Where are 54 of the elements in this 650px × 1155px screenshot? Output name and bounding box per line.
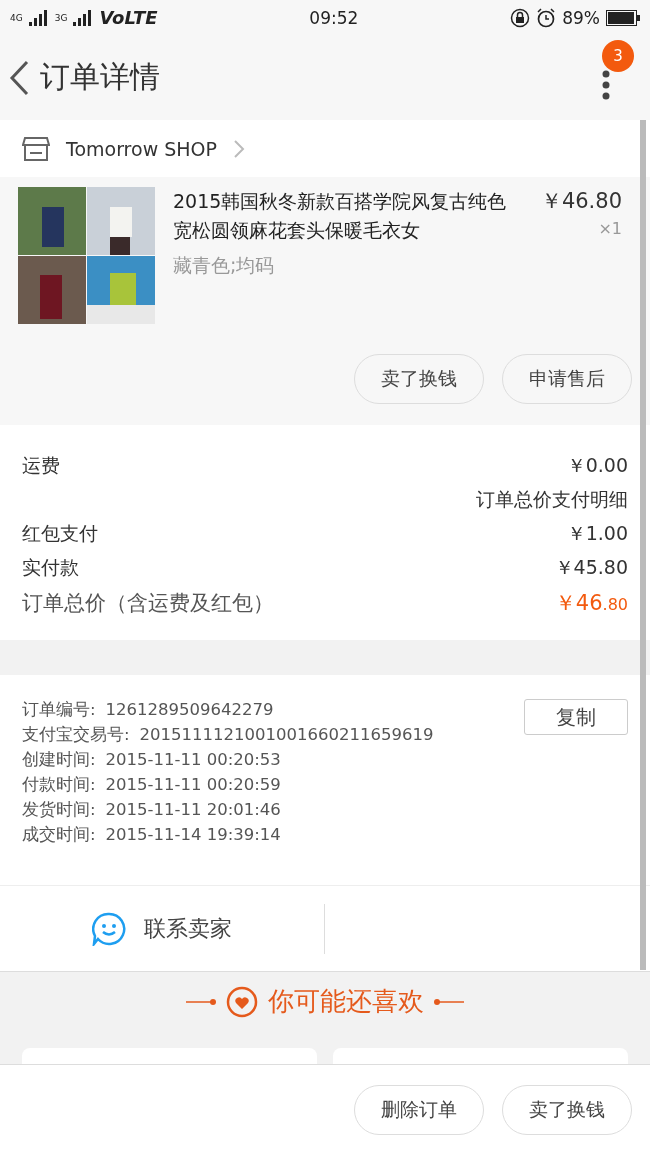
battery-icon [606,9,640,26]
info-label: 支付宝交易号: [22,724,130,746]
network-label: 3G [54,12,68,23]
shop-name[interactable]: Tomorrow SHOP [66,137,217,160]
scrollbar[interactable] [640,120,646,970]
action-button[interactable]: 删除订单 [354,1085,484,1135]
info-label: 成交时间: [22,824,96,846]
chat-face-icon [92,911,126,946]
info-value: 2015-11-14 19:39:14 [105,824,281,846]
product-card[interactable] [333,1048,628,1064]
info-label: 订单编号: [22,699,96,721]
recommend-title: 你可能还喜欢 [268,985,424,1018]
rotation-lock-icon [510,7,531,28]
fee-label: 运费 [22,453,60,478]
notification-badge: 3 [602,40,634,72]
info-value: 2015111121001001660211659619 [139,724,434,746]
payment-details-link[interactable]: 订单总价支付明细 [476,487,628,513]
battery-percent: 89% [562,7,600,28]
fee-label: 红包支付 [22,521,98,546]
clock: 09:52 [308,7,360,28]
product-quantity: ×1 [598,219,622,238]
more-icon[interactable] [602,69,610,100]
info-value: 2015-11-11 20:01:46 [105,799,281,821]
product-title[interactable]: 2015韩国秋冬新款百搭学院风复古纯色宽松圆领麻花套头保暖毛衣女 [173,187,523,245]
network-label: 4G [10,12,23,23]
fee-value: ￥1.00 [566,521,628,546]
info-value: 1261289509642279 [105,699,274,721]
product-card[interactable] [22,1048,317,1064]
divider-ornament-icon [186,998,216,1005]
info-label: 创建时间: [22,749,96,771]
chevron-right-icon[interactable] [233,138,245,159]
signal-icon [73,9,94,26]
action-button[interactable]: 卖了换钱 [354,354,484,404]
total-label: 订单总价（含运费及红包） [22,590,274,617]
info-label: 付款时间: [22,774,96,796]
product-variant: 藏青色;均码 [173,253,276,278]
info-value: 2015-11-11 00:20:53 [105,749,281,771]
fee-value: ￥45.80 [554,555,628,580]
signal-icon [28,9,49,26]
total-value: ￥46.80 [554,590,628,617]
divider-ornament-icon [434,998,464,1005]
info-value: 2015-11-11 00:20:59 [105,774,281,796]
alarm-icon [536,7,557,28]
copy-button[interactable]: 复制 [524,699,628,735]
action-button[interactable]: 卖了换钱 [502,1085,632,1135]
fee-label: 实付款 [22,555,79,580]
page-title: 订单详情 [40,58,161,96]
action-button[interactable]: 申请售后 [502,354,632,404]
fee-value: ￥0.00 [566,453,628,478]
info-label: 发货时间: [22,799,96,821]
product-price: ￥46.80 [540,188,622,215]
back-icon[interactable] [8,59,30,96]
carrier-label: VoLTE [99,7,158,28]
shop-icon [22,135,50,162]
